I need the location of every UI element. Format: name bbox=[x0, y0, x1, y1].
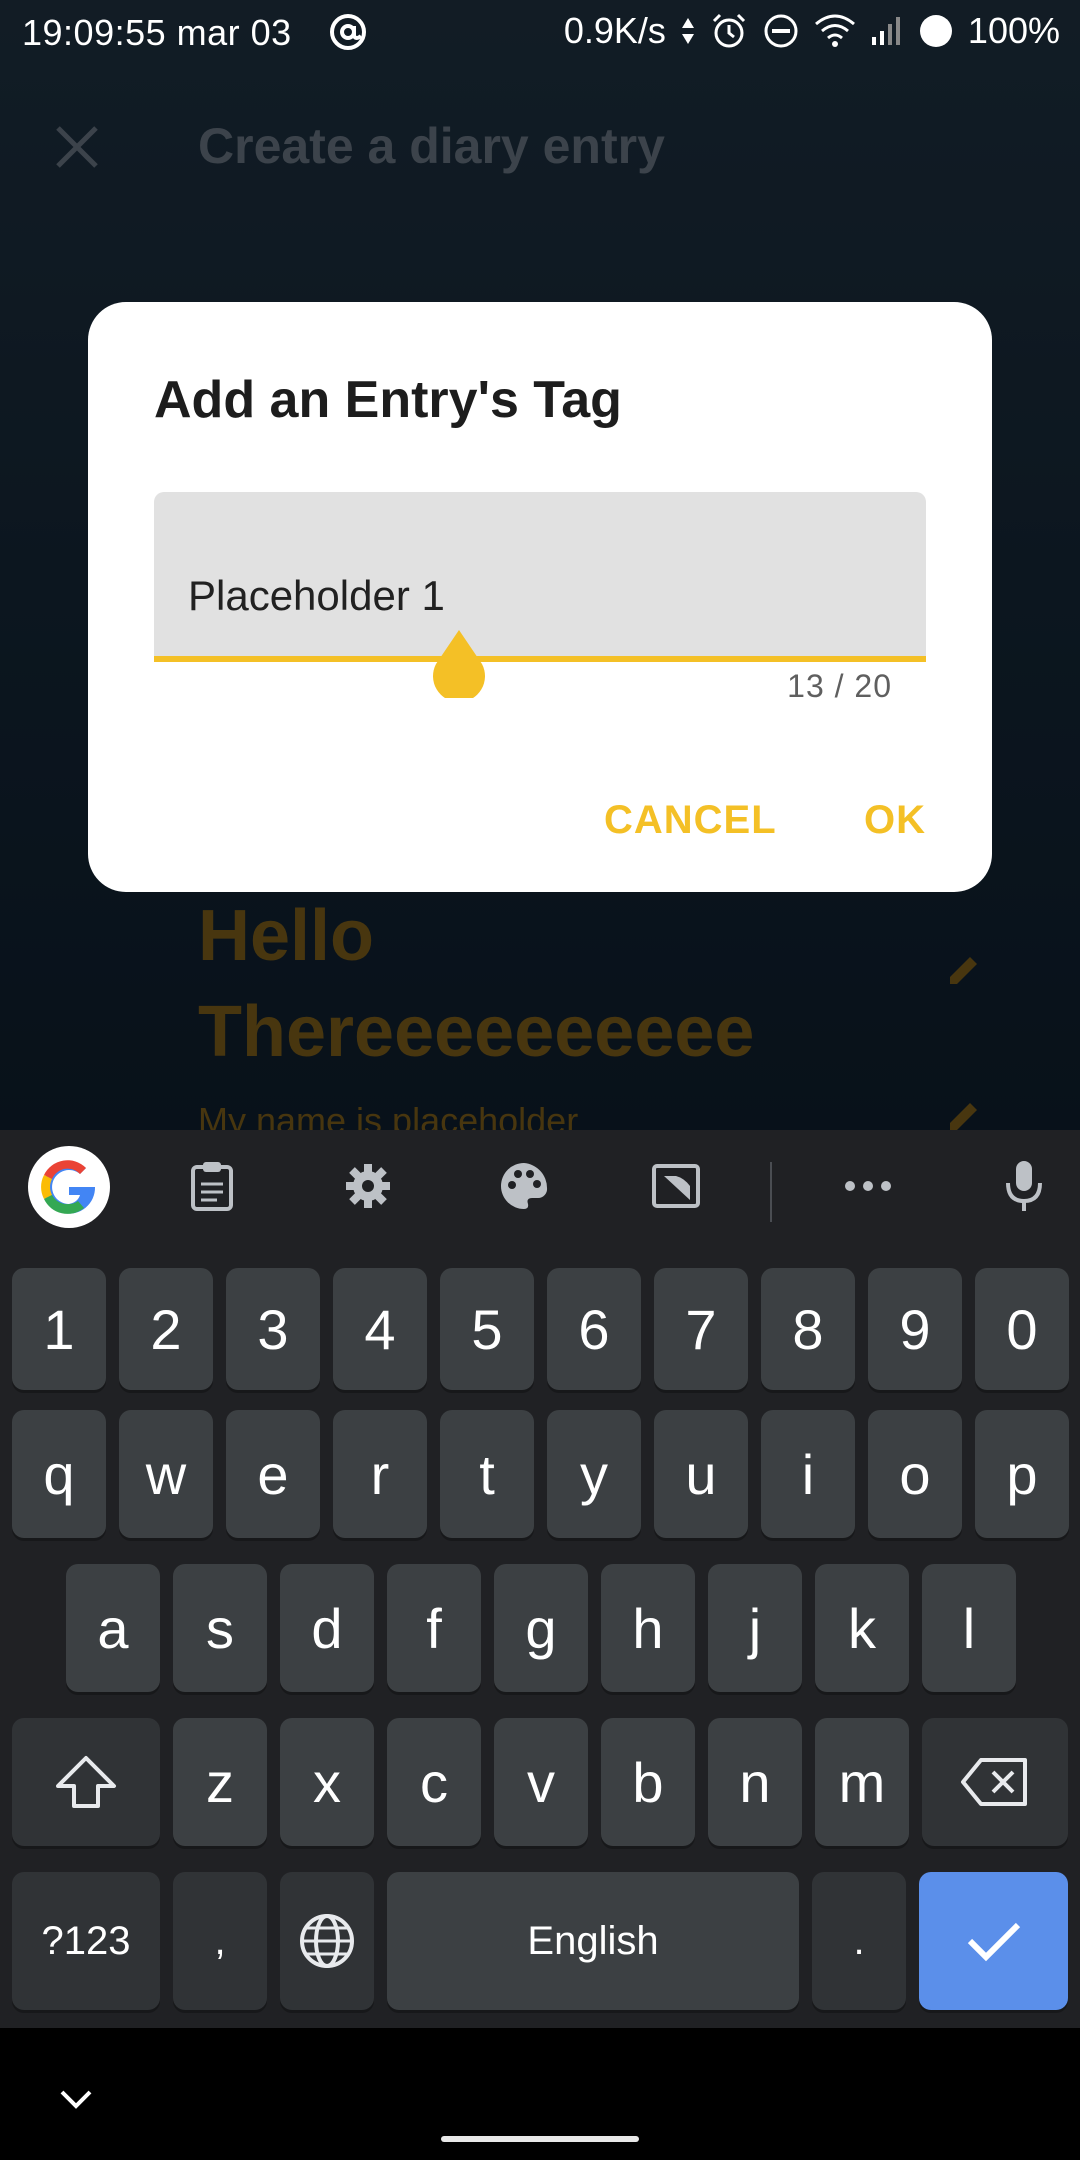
wifi-icon bbox=[814, 14, 855, 47]
tag-input[interactable] bbox=[188, 572, 888, 620]
dnd-icon bbox=[764, 14, 798, 48]
signal-icon bbox=[871, 17, 900, 45]
key-n[interactable]: n bbox=[708, 1718, 802, 1846]
key-o[interactable]: o bbox=[868, 1410, 962, 1538]
shift-key[interactable] bbox=[12, 1718, 160, 1846]
key-a[interactable]: a bbox=[66, 1564, 160, 1692]
data-arrows-icon bbox=[681, 18, 694, 44]
key-d[interactable]: d bbox=[280, 1564, 374, 1692]
dialog-title: Add an Entry's Tag bbox=[154, 371, 622, 429]
key-h[interactable]: h bbox=[601, 1564, 695, 1692]
language-key[interactable] bbox=[280, 1872, 374, 2010]
toolbar-divider bbox=[770, 1162, 772, 1222]
hide-keyboard-chevron-icon[interactable] bbox=[56, 2086, 96, 2114]
battery-level: 100% bbox=[967, 10, 1060, 51]
key-0[interactable]: 0 bbox=[975, 1268, 1069, 1390]
key-v[interactable]: v bbox=[494, 1718, 588, 1846]
field-underline bbox=[154, 656, 926, 662]
text-cursor-handle-icon[interactable] bbox=[430, 628, 488, 698]
key-j[interactable]: j bbox=[708, 1564, 802, 1692]
at-sign-icon bbox=[330, 14, 366, 50]
comma-key[interactable]: , bbox=[173, 1872, 267, 2010]
key-f[interactable]: f bbox=[387, 1564, 481, 1692]
space-key[interactable]: English bbox=[387, 1872, 799, 2010]
key-9[interactable]: 9 bbox=[868, 1268, 962, 1390]
key-s[interactable]: s bbox=[173, 1564, 267, 1692]
key-6[interactable]: 6 bbox=[547, 1268, 641, 1390]
microphone-icon[interactable] bbox=[984, 1146, 1064, 1226]
key-e[interactable]: e bbox=[226, 1410, 320, 1538]
key-4[interactable]: 4 bbox=[333, 1268, 427, 1390]
key-1[interactable]: 1 bbox=[12, 1268, 106, 1390]
character-counter: 13 / 20 bbox=[787, 668, 892, 704]
key-x[interactable]: x bbox=[280, 1718, 374, 1846]
key-5[interactable]: 5 bbox=[440, 1268, 534, 1390]
key-z[interactable]: z bbox=[173, 1718, 267, 1846]
key-u[interactable]: u bbox=[654, 1410, 748, 1538]
key-2[interactable]: 2 bbox=[119, 1268, 213, 1390]
key-g[interactable]: g bbox=[494, 1564, 588, 1692]
key-3[interactable]: 3 bbox=[226, 1268, 320, 1390]
key-8[interactable]: 8 bbox=[761, 1268, 855, 1390]
checkmark-icon bbox=[967, 1922, 1020, 1962]
tag-dialog: Add an Entry's Tag 13 / 20 CANCEL OK bbox=[88, 302, 992, 892]
status-time: 19:09:55 mar 03 bbox=[22, 12, 292, 53]
keyboard-toolbar bbox=[0, 1130, 1080, 1242]
key-i[interactable]: i bbox=[761, 1410, 855, 1538]
key-w[interactable]: w bbox=[119, 1410, 213, 1538]
key-r[interactable]: r bbox=[333, 1410, 427, 1538]
ok-button[interactable]: OK bbox=[864, 798, 926, 843]
alarm-icon bbox=[712, 13, 745, 48]
backspace-icon bbox=[961, 1758, 1027, 1806]
key-k[interactable]: k bbox=[815, 1564, 909, 1692]
key-l[interactable]: l bbox=[922, 1564, 1016, 1692]
key-b[interactable]: b bbox=[601, 1718, 695, 1846]
palette-icon[interactable] bbox=[484, 1146, 564, 1226]
status-bar: 19:09:55 mar 03 0.9K/s 100% bbox=[0, 0, 1080, 66]
battery-icon bbox=[919, 15, 952, 47]
enter-key[interactable] bbox=[919, 1872, 1068, 2010]
settings-gear-icon[interactable] bbox=[328, 1146, 408, 1226]
key-t[interactable]: t bbox=[440, 1410, 534, 1538]
key-y[interactable]: y bbox=[547, 1410, 641, 1538]
home-handle[interactable] bbox=[441, 2136, 639, 2142]
globe-icon bbox=[300, 1914, 354, 1968]
more-options-icon[interactable] bbox=[828, 1146, 908, 1226]
clipboard-icon[interactable] bbox=[172, 1146, 252, 1226]
backspace-key[interactable] bbox=[922, 1718, 1068, 1846]
symbols-key[interactable]: ?123 bbox=[12, 1872, 160, 2010]
key-c[interactable]: c bbox=[387, 1718, 481, 1846]
cancel-button[interactable]: CANCEL bbox=[604, 798, 777, 843]
key-7[interactable]: 7 bbox=[654, 1268, 748, 1390]
tag-field[interactable] bbox=[154, 492, 926, 660]
period-key[interactable]: . bbox=[812, 1872, 906, 2010]
one-handed-mode-icon[interactable] bbox=[636, 1146, 716, 1226]
key-m[interactable]: m bbox=[815, 1718, 909, 1846]
shift-icon bbox=[56, 1756, 116, 1808]
google-icon[interactable] bbox=[28, 1146, 110, 1228]
keyboard: 1 2 3 4 5 6 7 8 9 0 q w e r t y u i o p … bbox=[0, 1130, 1080, 2028]
net-speed: 0.9K/s bbox=[563, 10, 666, 51]
key-p[interactable]: p bbox=[975, 1410, 1069, 1538]
key-q[interactable]: q bbox=[12, 1410, 106, 1538]
